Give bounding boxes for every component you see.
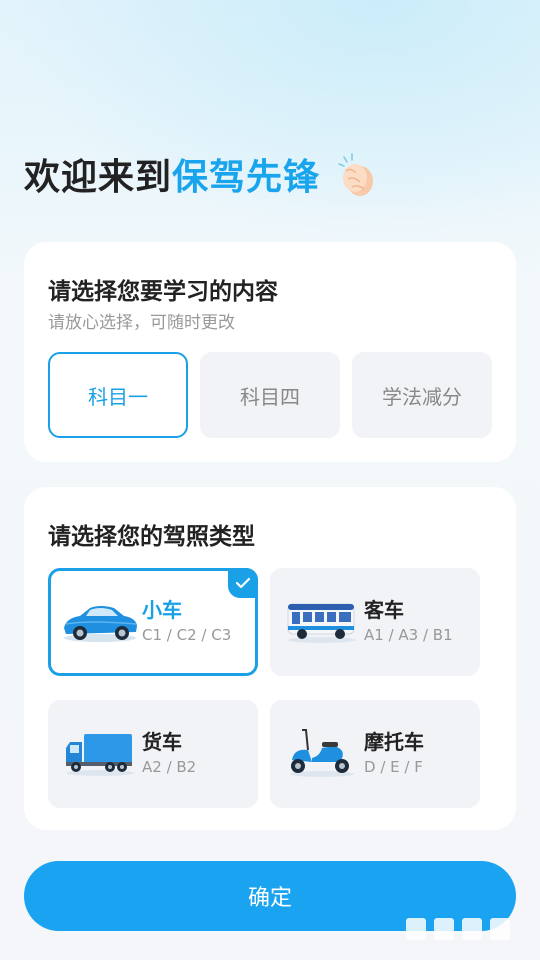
subject-option-1[interactable]: 科目一 (48, 352, 188, 438)
brand-name: 保驾先锋 (172, 157, 321, 198)
study-card-title: 请选择您要学习的内容 (48, 279, 278, 305)
license-option-name: 小车 (142, 598, 182, 622)
subject-option-label: 科目一 (88, 384, 148, 409)
license-option-truck[interactable]: 货车 A2 / B2 (48, 700, 258, 808)
scooter-icon (290, 729, 354, 777)
license-option-name: 摩托车 (364, 730, 424, 754)
checkmark-icon (228, 568, 258, 598)
subject-option-law[interactable]: 学法减分 (352, 352, 492, 438)
subject-option-label: 学法减分 (382, 384, 462, 409)
welcome-heading: 欢迎来到 保驾先锋 (24, 148, 380, 200)
study-content-card: 请选择您要学习的内容 请放心选择，可随时更改 科目一 科目四 学法减分 (24, 242, 516, 462)
license-option-codes: A1 / A3 / B1 (364, 626, 453, 644)
car-icon (64, 606, 137, 642)
license-option-car[interactable]: 小车 C1 / C2 / C3 (48, 568, 258, 676)
license-option-name: 货车 (142, 730, 182, 754)
subject-option-4[interactable]: 科目四 (200, 352, 340, 438)
license-option-name: 客车 (364, 598, 404, 622)
welcome-prefix: 欢迎来到 (24, 157, 173, 198)
bus-icon (287, 603, 356, 643)
license-card-title: 请选择您的驾照类型 (48, 524, 255, 550)
truck-icon (66, 734, 134, 776)
license-type-card: 请选择您的驾照类型 小车 C1 / C2 / C3 客车 A1 / A3 / B… (24, 487, 516, 830)
license-option-motorcycle[interactable]: 摩托车 D / E / F (270, 700, 480, 808)
subject-option-label: 科目四 (240, 384, 300, 409)
license-option-codes: C1 / C2 / C3 (142, 626, 232, 644)
license-option-bus[interactable]: 客车 A1 / A3 / B1 (270, 568, 480, 676)
background-glow (0, 0, 540, 240)
study-card-subtitle: 请放心选择，可随时更改 (48, 313, 235, 333)
watermark-graphic (406, 918, 510, 940)
confirm-button-label: 确定 (247, 886, 292, 911)
license-option-codes: A2 / B2 (142, 758, 197, 776)
license-option-codes: D / E / F (364, 758, 423, 776)
clapping-hands-icon (338, 153, 374, 196)
